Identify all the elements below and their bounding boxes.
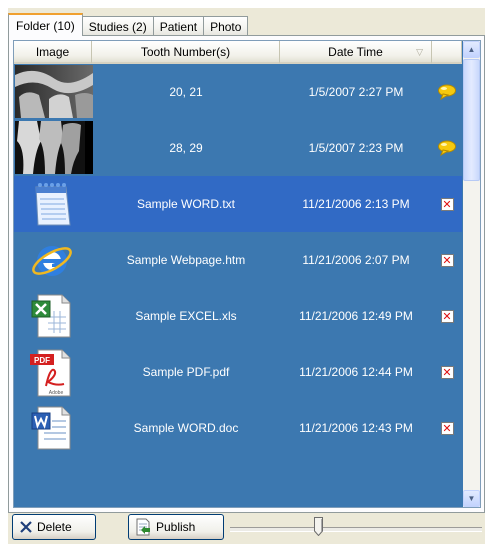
table-row[interactable]: 28, 29 1/5/2007 2:23 PM bbox=[14, 120, 462, 176]
comment-icon[interactable] bbox=[437, 140, 457, 156]
delete-icon[interactable]: ✕ bbox=[440, 309, 454, 323]
column-header-date-time[interactable]: Date Time ▽ bbox=[280, 41, 432, 64]
row-delete-cell[interactable]: ✕ bbox=[432, 309, 462, 323]
file-grid: Image Tooth Number(s) Date Time ▽ 20, 21… bbox=[13, 40, 481, 508]
pdf-file-icon: PDF Adobe bbox=[30, 349, 71, 397]
excel-file-icon bbox=[31, 294, 71, 338]
table-row[interactable]: 20, 21 1/5/2007 2:27 PM bbox=[14, 64, 462, 120]
vertical-scrollbar[interactable]: ▲ ▼ bbox=[463, 41, 480, 507]
row-date-time: 11/21/2006 2:13 PM bbox=[302, 197, 410, 211]
row-file-name: Sample EXCEL.xls bbox=[135, 309, 237, 323]
row-thumbnail-cell bbox=[14, 288, 92, 344]
table-row[interactable]: Sample Webpage.htm 11/21/2006 2:07 PM ✕ bbox=[14, 232, 462, 288]
column-header-tooth-numbers[interactable]: Tooth Number(s) bbox=[92, 41, 280, 64]
row-thumbnail-cell bbox=[14, 400, 92, 456]
publish-button-label: Publish bbox=[156, 520, 196, 534]
row-delete-cell[interactable]: ✕ bbox=[432, 421, 462, 435]
comment-icon[interactable] bbox=[437, 84, 457, 100]
tab-photo[interactable]: Photo bbox=[203, 16, 249, 36]
row-tooth-numbers: 20, 21 bbox=[169, 85, 203, 99]
row-date-time: 11/21/2006 12:43 PM bbox=[299, 421, 413, 435]
bottom-toolbar: Delete Publish bbox=[8, 513, 485, 543]
zoom-slider-thumb[interactable] bbox=[314, 517, 323, 536]
row-date-time: 11/21/2006 12:44 PM bbox=[299, 365, 413, 379]
row-delete-cell[interactable]: ✕ bbox=[432, 197, 462, 211]
svg-text:PDF: PDF bbox=[34, 356, 50, 365]
row-comment-cell[interactable] bbox=[432, 140, 462, 156]
row-tooth-numbers: 28, 29 bbox=[169, 141, 203, 155]
folder-tab-panel: Image Tooth Number(s) Date Time ▽ 20, 21… bbox=[8, 35, 485, 513]
arrow-down-icon: ▼ bbox=[467, 494, 476, 503]
publish-button[interactable]: Publish bbox=[128, 514, 224, 540]
row-file-name: Sample PDF.pdf bbox=[142, 365, 230, 379]
internet-explorer-file-icon bbox=[32, 246, 72, 276]
xray-image-icon bbox=[15, 65, 93, 118]
scroll-down-button[interactable]: ▼ bbox=[463, 490, 480, 507]
delete-icon[interactable]: ✕ bbox=[440, 197, 454, 211]
row-file-name: Sample WORD.doc bbox=[133, 421, 239, 435]
image-browser-panel: Folder (10) Studies (2) Patient Photo Im… bbox=[8, 8, 485, 544]
column-header-actions[interactable] bbox=[432, 41, 462, 64]
table-row[interactable]: Sample WORD.txt 11/21/2006 2:13 PM ✕ bbox=[14, 176, 462, 232]
delete-icon[interactable]: ✕ bbox=[440, 365, 454, 379]
delete-icon[interactable]: ✕ bbox=[440, 421, 454, 435]
row-thumbnail-cell: PDF Adobe bbox=[14, 344, 92, 400]
column-header-image[interactable]: Image bbox=[14, 41, 92, 64]
row-date-time: 1/5/2007 2:27 PM bbox=[308, 85, 404, 99]
delete-x-icon bbox=[20, 521, 32, 533]
arrow-up-icon: ▲ bbox=[467, 45, 476, 54]
row-file-name: Sample WORD.txt bbox=[136, 197, 235, 211]
row-date-time: 1/5/2007 2:23 PM bbox=[308, 141, 404, 155]
scroll-thumb[interactable] bbox=[463, 59, 480, 181]
grid-rows: 20, 21 1/5/2007 2:27 PM 28, 29 1/5/2007 … bbox=[14, 64, 462, 456]
sort-arrow-icon: ▽ bbox=[416, 47, 423, 57]
xray-image-icon bbox=[15, 121, 93, 174]
row-comment-cell[interactable] bbox=[432, 84, 462, 100]
row-thumbnail-cell bbox=[14, 120, 93, 176]
column-header-date-time-label: Date Time bbox=[328, 45, 383, 59]
tab-studies[interactable]: Studies (2) bbox=[81, 16, 154, 36]
row-thumbnail-cell bbox=[14, 64, 93, 120]
delete-button[interactable]: Delete bbox=[12, 514, 96, 540]
tab-strip: Folder (10) Studies (2) Patient Photo bbox=[8, 12, 249, 36]
svg-text:Adobe: Adobe bbox=[49, 390, 64, 396]
word-file-icon bbox=[31, 406, 71, 450]
zoom-slider-track[interactable] bbox=[230, 527, 482, 532]
tab-patient[interactable]: Patient bbox=[152, 16, 205, 36]
row-thumbnail-cell bbox=[14, 176, 92, 232]
table-row[interactable]: PDF Adobe Sample PDF.pdf 11/21/2006 12:4… bbox=[14, 344, 462, 400]
notepad-file-icon bbox=[35, 183, 71, 226]
tab-folder[interactable]: Folder (10) bbox=[8, 13, 83, 36]
table-row[interactable]: Sample EXCEL.xls 11/21/2006 12:49 PM ✕ bbox=[14, 288, 462, 344]
row-date-time: 11/21/2006 2:07 PM bbox=[302, 253, 410, 267]
scroll-up-button[interactable]: ▲ bbox=[463, 41, 480, 58]
row-delete-cell[interactable]: ✕ bbox=[432, 253, 462, 267]
delete-icon[interactable]: ✕ bbox=[440, 253, 454, 267]
publish-icon bbox=[136, 518, 150, 536]
row-file-name: Sample Webpage.htm bbox=[126, 253, 246, 267]
delete-button-label: Delete bbox=[37, 520, 72, 534]
row-date-time: 11/21/2006 12:49 PM bbox=[299, 309, 413, 323]
table-row[interactable]: Sample WORD.doc 11/21/2006 12:43 PM ✕ bbox=[14, 400, 462, 456]
row-thumbnail-cell bbox=[14, 232, 92, 288]
row-delete-cell[interactable]: ✕ bbox=[432, 365, 462, 379]
grid-header: Image Tooth Number(s) Date Time ▽ bbox=[14, 41, 462, 64]
